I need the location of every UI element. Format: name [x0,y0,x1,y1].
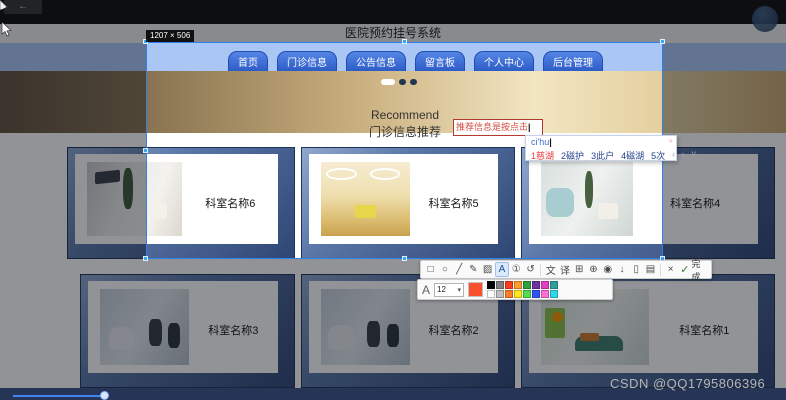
selection-size-label: 1207 × 506 [146,30,194,42]
toolbar-divider [660,264,661,276]
color-swatch[interactable] [532,290,540,298]
scroll-capture-icon[interactable]: ⊞ [573,262,586,277]
font-size-value: 12 [437,285,446,294]
color-swatch[interactable] [550,281,558,289]
snip-toolbar: □ ○ ╱ ✎ ▨ A ① ↺ 文 译 ⊞ ⊕ ◉ ↓ ▯ ▤ × ✓完成 [420,260,712,279]
dim-overlay-top [0,0,786,42]
text-options-bar: A 12 ▾ [417,279,613,300]
selection-handle[interactable] [660,39,665,44]
color-swatch[interactable] [514,281,522,289]
screen: ← 医院预约挂号系统 首页 门诊信息 公告信息 留言板 个人中心 后台管理 Re… [0,0,786,400]
selection-handle[interactable] [143,256,148,261]
ime-candidates: 1慈湖 2磁护 3此户 4磁湖 5次 ‹ › ˅ [531,149,698,162]
record-icon[interactable]: ◉ [601,262,614,277]
cand-text: 磁湖 [626,151,644,161]
color-swatch[interactable] [505,281,513,289]
mouse-cursor-icon [1,22,13,38]
translate-icon[interactable]: 译 [558,262,571,277]
color-swatch[interactable] [496,281,504,289]
ocr-icon[interactable]: 文 [544,262,557,277]
toolbar-divider [540,264,541,276]
ime-candidate[interactable]: 3此户 [591,149,614,162]
ime-candidate[interactable]: 5次 [651,149,665,162]
color-swatch[interactable] [541,290,549,298]
ime-composition: ci'hu| [531,137,552,147]
selection-handle[interactable] [402,256,407,261]
pin-icon[interactable]: ⊕ [587,262,600,277]
ellipse-tool-icon[interactable]: ○ [438,262,451,277]
font-icon: A [422,283,430,297]
pen-cursor-icon [0,0,9,11]
cand-text: 此户 [596,151,614,161]
color-swatch[interactable] [514,290,522,298]
undo-icon[interactable]: ↺ [524,262,537,277]
clipboard-icon[interactable]: ▤ [644,262,657,277]
color-palette [487,281,558,298]
ime-candidate[interactable]: 2磁护 [561,149,584,162]
line-tool-icon[interactable]: ╱ [453,262,466,277]
ime-candidate[interactable]: 1慈湖 [531,149,554,162]
dim-overlay-left [0,42,146,259]
mosaic-tool-icon[interactable]: ▨ [481,262,494,277]
current-color-swatch[interactable] [468,282,483,297]
cancel-icon[interactable]: × [664,262,677,277]
color-swatch[interactable] [496,290,504,298]
ime-page-arrows[interactable]: ‹ › ˅ [672,149,698,162]
color-swatch[interactable] [550,290,558,298]
ime-logo-icon: » [669,136,673,145]
csdn-watermark: CSDN @QQ1795806396 [610,376,765,391]
ime-candidate[interactable]: 4磁湖 [621,149,644,162]
color-swatch[interactable] [523,290,531,298]
video-progress-bar[interactable] [13,395,103,397]
ime-pinyin: ci'hu [531,137,549,147]
rect-tool-icon[interactable]: □ [424,262,437,277]
cand-text: 慈湖 [536,151,554,161]
color-swatch[interactable] [487,290,495,298]
selection-handle[interactable] [143,148,148,153]
selection-handle[interactable] [402,39,407,44]
color-swatch[interactable] [505,290,513,298]
cand-text: 次 [656,151,665,161]
video-progress-knob[interactable] [100,391,109,400]
check-icon: ✓ [680,263,689,276]
ime-caret: | [549,137,552,147]
finish-label: 完成 [691,257,706,283]
color-swatch[interactable] [523,281,531,289]
color-swatch[interactable] [541,281,549,289]
phone-icon[interactable]: ▯ [630,262,643,277]
ime-popup: ci'hu| » 1慈湖 2磁护 3此户 4磁湖 5次 ‹ › ˅ [525,135,677,161]
finish-button[interactable]: ✓完成 [678,257,708,283]
save-icon[interactable]: ↓ [615,262,628,277]
font-size-select[interactable]: 12 ▾ [434,283,464,297]
step-number-tool-icon[interactable]: ① [510,262,523,277]
color-swatch[interactable] [532,281,540,289]
chevron-down-icon: ▾ [458,286,462,294]
pen-tool-icon[interactable]: ✎ [467,262,480,277]
cand-text: 磁护 [566,151,584,161]
color-swatch[interactable] [487,281,495,289]
text-tool-icon[interactable]: A [495,262,508,277]
